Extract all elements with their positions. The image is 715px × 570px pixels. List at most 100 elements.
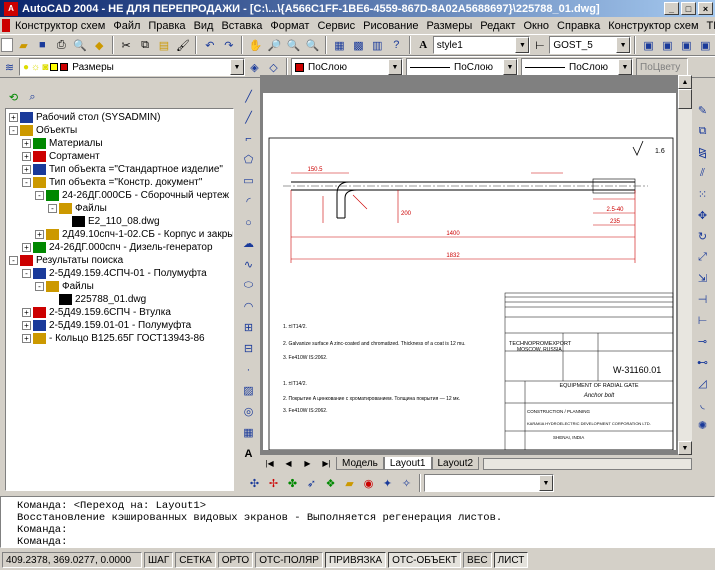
tree-item[interactable]: 225788_01.dwg: [48, 293, 146, 306]
tree-item[interactable]: + Тип объекта ="Стандартное изделие": [22, 163, 223, 176]
menu-item-draw[interactable]: Рисование: [359, 20, 422, 32]
tool-icon-8[interactable]: ✦: [379, 475, 396, 492]
tree-item[interactable]: + Сортамент: [22, 150, 100, 163]
menu-item-tools[interactable]: Сервис: [313, 20, 359, 32]
tab-layout1[interactable]: Layout1: [383, 457, 432, 470]
move-icon[interactable]: ✥: [694, 207, 711, 224]
tool-icon-4[interactable]: ➶: [303, 475, 320, 492]
rotate-icon[interactable]: ↻: [694, 228, 711, 245]
status-toggle-4[interactable]: ПРИВЯЗКА: [324, 552, 387, 568]
linetype-select[interactable]: ПоСлою ▼: [406, 58, 518, 76]
command-prompt[interactable]: Команда:: [17, 536, 698, 548]
tool-icon-2[interactable]: ✢: [265, 475, 282, 492]
tree-item[interactable]: - Объекты: [9, 124, 77, 137]
dim-style-select[interactable]: GOST_5 ▼: [549, 36, 632, 54]
layer-select[interactable]: ● ☼ ◙ Размеры ▼: [19, 58, 245, 76]
last-tab-icon[interactable]: ▶|: [318, 455, 335, 472]
status-toggle-5[interactable]: ОТС-ОБЪЕКТ: [388, 552, 462, 568]
tool-icon-7[interactable]: ◉: [360, 475, 377, 492]
properties-icon[interactable]: ▦: [331, 37, 348, 54]
menu-item-dimension[interactable]: Размеры: [423, 20, 477, 32]
trim-icon[interactable]: ⊣: [694, 291, 711, 308]
zoom-window-icon[interactable]: 🔍: [285, 37, 302, 54]
tree-item[interactable]: +24-26ДГ.000спч - Дизель-генератор: [22, 241, 213, 254]
expand-icon[interactable]: +: [22, 165, 31, 174]
color-select[interactable]: ПоСлою ▼: [291, 58, 403, 76]
expand-icon[interactable]: +: [22, 321, 31, 330]
expand-icon[interactable]: +: [22, 308, 31, 317]
text-style-select[interactable]: style1 ▼: [432, 36, 531, 54]
offset-icon[interactable]: ⫽: [694, 165, 711, 182]
scroll-down-button[interactable]: ▼: [678, 441, 692, 455]
tool-icon-6[interactable]: ▰: [341, 475, 358, 492]
xline-icon[interactable]: ╱: [240, 109, 257, 126]
stretch-icon[interactable]: ⇲: [694, 270, 711, 287]
object-tree[interactable]: + Рабочий стол (SYSADMIN) - Объекты + Материа…: [5, 108, 234, 491]
status-toggle-3[interactable]: ОТС-ПОЛЯР: [255, 552, 323, 568]
make-current-icon[interactable]: ◈: [246, 59, 263, 76]
copy-icon[interactable]: ⧉: [137, 37, 154, 54]
paper-sheet[interactable]: 1400 1832 150.5 200 2.5-40 235 1.6 1. ±I…: [263, 93, 676, 451]
close-button[interactable]: ×: [698, 2, 713, 15]
prev-tab-icon[interactable]: ◀: [280, 455, 297, 472]
collapse-icon[interactable]: -: [35, 191, 44, 200]
preview-icon[interactable]: 🔍: [72, 37, 89, 54]
tree-item[interactable]: - Тип объекта ="Констр. документ": [22, 176, 202, 189]
expand-icon[interactable]: +: [22, 139, 31, 148]
circle-icon[interactable]: ○: [240, 214, 257, 231]
zoom-realtime-icon[interactable]: 🔎: [266, 37, 283, 54]
match-icon[interactable]: 🖌: [174, 37, 191, 54]
tree-item[interactable]: E2_110_08.dwg: [61, 215, 160, 228]
region-icon[interactable]: ◎: [240, 403, 257, 420]
print-icon[interactable]: ⎙: [53, 37, 70, 54]
collapse-icon[interactable]: -: [35, 282, 44, 291]
pan-icon[interactable]: ✋: [247, 37, 264, 54]
menu-item-help[interactable]: Справка: [553, 20, 604, 32]
mtext-icon[interactable]: A: [240, 445, 257, 462]
next-tab-icon[interactable]: ▶: [299, 455, 316, 472]
command-window[interactable]: Команда: <Переход на: Layout1> Восстанов…: [0, 496, 715, 548]
coordinates-display[interactable]: 409.2378, 369.0277, 0.0000: [2, 552, 142, 568]
expand-icon[interactable]: +: [35, 230, 44, 239]
arc-icon[interactable]: ◜: [240, 193, 257, 210]
minimize-button[interactable]: _: [664, 2, 679, 15]
vertical-scrollbar[interactable]: ▲ ▼: [678, 75, 692, 455]
tool-icon-3[interactable]: ✤: [284, 475, 301, 492]
menu-item-constructor[interactable]: Конструктор схем: [11, 20, 109, 32]
design-center-icon[interactable]: ▩: [350, 37, 367, 54]
scroll-up-button[interactable]: ▲: [678, 75, 692, 89]
menu-item-tdms[interactable]: TDMS: [703, 20, 715, 32]
rectangle-icon[interactable]: ▭: [240, 172, 257, 189]
new-icon[interactable]: [1, 38, 13, 52]
tree-item[interactable]: - Файлы: [35, 280, 94, 293]
collapse-icon[interactable]: -: [48, 204, 57, 213]
cut-icon[interactable]: ✂: [118, 37, 135, 54]
ellipse-icon[interactable]: ⬭: [240, 277, 257, 294]
make-block-icon[interactable]: ⊟: [240, 340, 257, 357]
status-toggle-2[interactable]: ОРТО: [217, 552, 254, 568]
menu-item-format[interactable]: Формат: [266, 20, 313, 32]
menu-item-view[interactable]: Вид: [190, 20, 218, 32]
help-icon[interactable]: ?: [388, 37, 405, 54]
expand-icon[interactable]: +: [22, 243, 31, 252]
line-icon[interactable]: ╱: [240, 88, 257, 105]
expand-icon[interactable]: +: [9, 113, 18, 122]
tree-item[interactable]: +2-5Д49.159.6СПЧ - Втулка: [22, 306, 171, 319]
tree-item[interactable]: - 24-26ДГ.000СБ - Сборочный чертеж: [35, 189, 229, 202]
tree-item[interactable]: - Файлы: [48, 202, 107, 215]
fillet-icon[interactable]: ◟: [694, 396, 711, 413]
window-cascade-icon[interactable]: ▣: [659, 37, 676, 54]
copy-obj-icon[interactable]: ⧉: [694, 123, 711, 140]
first-tab-icon[interactable]: |◀: [261, 455, 278, 472]
tree-item[interactable]: + Материалы: [22, 137, 103, 150]
tree-item[interactable]: + Рабочий стол (SYSADMIN): [9, 111, 160, 124]
tree-item[interactable]: +2-5Д49.159.01-01 - Полумуфта: [22, 319, 191, 332]
polyline-icon[interactable]: ⌐: [240, 130, 257, 147]
chamfer-icon[interactable]: ◿: [694, 375, 711, 392]
expand-icon[interactable]: +: [22, 152, 31, 161]
window-arrange-icon[interactable]: ▣: [678, 37, 695, 54]
publish-icon[interactable]: ◆: [91, 37, 108, 54]
horizontal-scrollbar[interactable]: [483, 457, 692, 470]
zoom-prev-icon[interactable]: 🔍: [304, 37, 321, 54]
window-tile-icon[interactable]: ▣: [640, 37, 657, 54]
